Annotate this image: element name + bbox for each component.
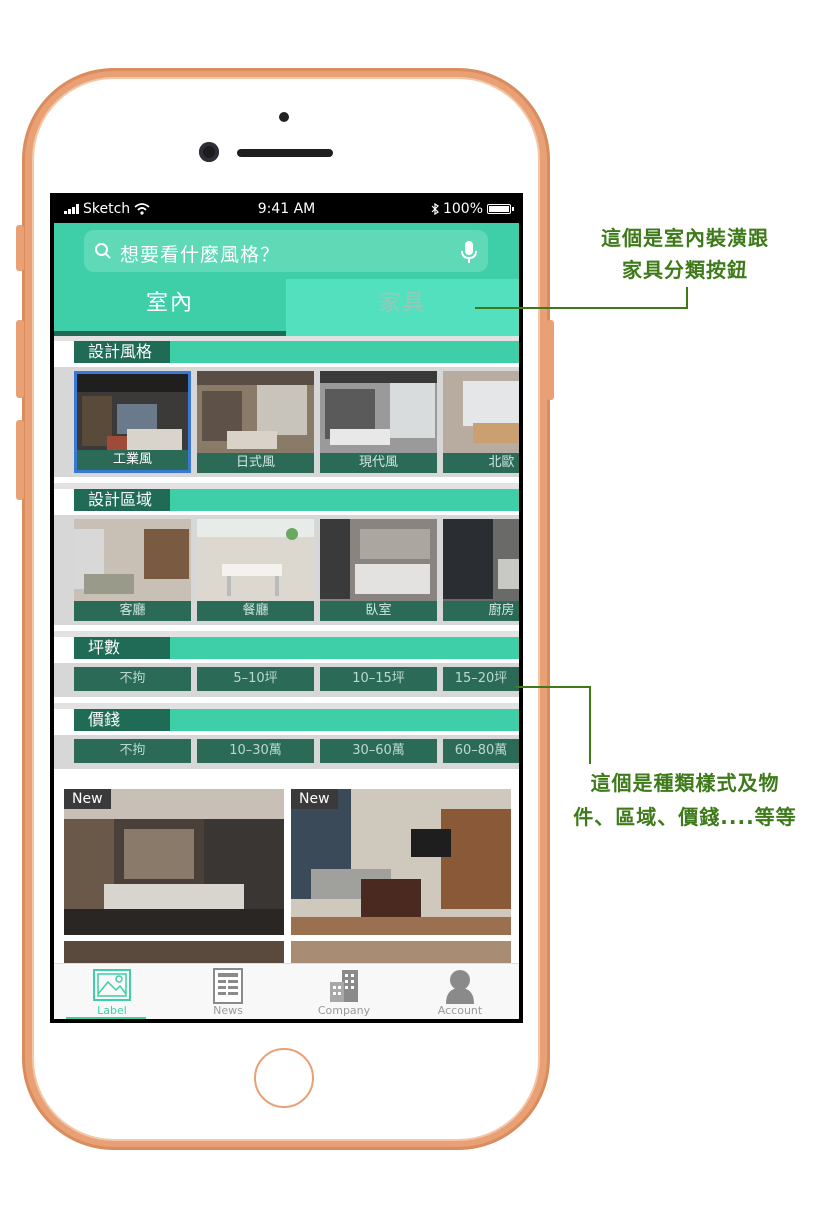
user-icon <box>446 970 474 1004</box>
section-style: 設計風格 工業風 日式風 現代風 北歐 <box>54 341 519 483</box>
tab-news[interactable]: News <box>170 966 286 1018</box>
thumb-label: 客廳 <box>74 601 191 621</box>
annotation-bottom: 這個是種類樣式及物 件、區域、價錢....等等 <box>560 766 810 834</box>
section-price: 價錢 不拘 10–30萬 30–60萬 60–80萬 <box>54 709 519 775</box>
thumb-label: 北歐 <box>443 453 519 473</box>
price-option-30-60[interactable]: 30–60萬 <box>320 739 437 763</box>
annotation-top-connector <box>475 307 688 309</box>
listing-image <box>64 789 284 935</box>
area-thumb-kitchen[interactable]: 廚房 <box>443 519 519 621</box>
section-title: 設計風格 <box>74 341 170 363</box>
section-title: 價錢 <box>74 709 170 731</box>
active-tab-indicator <box>66 1017 146 1019</box>
tab-bar: Label News Company Account <box>54 963 519 1019</box>
listing-card[interactable]: New <box>291 789 511 935</box>
tab-label-text: Label <box>97 1004 127 1017</box>
thumb-label: 臥室 <box>320 601 437 621</box>
style-thumb-japanese[interactable]: 日式風 <box>197 371 314 473</box>
home-button[interactable] <box>254 1048 314 1108</box>
section-size: 坪數 不拘 5–10坪 10–15坪 15–20坪 <box>54 637 519 703</box>
tab-news-text: News <box>213 1004 243 1017</box>
tab-company-text: Company <box>317 1004 371 1017</box>
listing-card-partial[interactable] <box>291 941 511 963</box>
thumb-label: 工業風 <box>77 450 188 470</box>
price-options: 不拘 10–30萬 30–60萬 60–80萬 <box>54 735 519 769</box>
tab-account[interactable]: Account <box>402 966 518 1018</box>
area-thumb-bedroom[interactable]: 臥室 <box>320 519 437 621</box>
style-thumb-nordic[interactable]: 北歐 <box>443 371 519 473</box>
mute-switch <box>16 420 24 500</box>
area-thumb-living-room[interactable]: 客廳 <box>74 519 191 621</box>
tab-label[interactable]: Label <box>54 966 170 1019</box>
size-option-5-10[interactable]: 5–10坪 <box>197 667 314 691</box>
section-title: 坪數 <box>74 637 170 659</box>
status-bar: Sketch 9:41 AM 100% <box>54 193 519 223</box>
thumb-label: 餐廳 <box>197 601 314 621</box>
annotation-top-line2: 家具分類按鈕 <box>622 258 748 282</box>
style-thumbnails: 工業風 日式風 現代風 北歐 <box>54 367 519 477</box>
size-option-15-20[interactable]: 15–20坪 <box>443 667 519 691</box>
section-area: 設計區域 客廳 餐廳 臥室 廚房 <box>54 489 519 631</box>
bluetooth-icon <box>431 203 439 215</box>
thumb-label: 廚房 <box>443 601 519 621</box>
section-title: 設計區域 <box>74 489 170 511</box>
listing-image <box>291 789 511 935</box>
style-thumb-industrial[interactable]: 工業風 <box>74 371 191 473</box>
app-header: 想要看什麼風格？ 室內 家具 <box>54 223 519 336</box>
listing-card-partial[interactable] <box>64 941 284 963</box>
app-screen: Sketch 9:41 AM 100% 想要看什麼風格？ 室內 家具 設計風格 <box>54 193 519 1019</box>
thumb-label: 日式風 <box>197 453 314 473</box>
size-option-10-15[interactable]: 10–15坪 <box>320 667 437 691</box>
area-thumb-dining-room[interactable]: 餐廳 <box>197 519 314 621</box>
annotation-bottom-line2: 件、區域、價錢....等等 <box>573 805 797 829</box>
newspaper-icon <box>213 968 243 1004</box>
battery-icon <box>487 204 514 214</box>
status-right: 100% <box>431 201 514 217</box>
style-thumb-modern[interactable]: 現代風 <box>320 371 437 473</box>
volume-up-button <box>16 225 24 271</box>
price-option-10-30[interactable]: 10–30萬 <box>197 739 314 763</box>
building-icon <box>330 970 358 1002</box>
tab-indoor[interactable]: 室內 <box>54 279 286 336</box>
annotation-bottom-connector <box>515 686 591 688</box>
listing-card[interactable]: New <box>64 789 284 935</box>
annotation-top: 這個是室內裝潢跟 家具分類按鈕 <box>575 222 795 286</box>
annotation-top-line1: 這個是室內裝潢跟 <box>601 226 769 250</box>
thumb-label: 現代風 <box>320 453 437 473</box>
size-option-any[interactable]: 不拘 <box>74 667 191 691</box>
tab-account-text: Account <box>437 1004 483 1017</box>
search-icon <box>95 243 111 259</box>
microphone-icon[interactable] <box>460 240 478 264</box>
proximity-sensor <box>279 112 289 122</box>
power-button <box>546 320 554 400</box>
price-option-any[interactable]: 不拘 <box>74 739 191 763</box>
price-option-60-80[interactable]: 60–80萬 <box>443 739 519 763</box>
earpiece-speaker <box>237 149 333 157</box>
tab-company[interactable]: Company <box>286 966 402 1018</box>
annotation-bottom-connector <box>589 686 591 764</box>
battery-percent: 100% <box>442 201 483 217</box>
search-placeholder: 想要看什麼風格？ <box>120 244 281 266</box>
new-badge: New <box>64 789 111 809</box>
search-input[interactable]: 想要看什麼風格？ <box>84 230 488 272</box>
phone-screen: Sketch 9:41 AM 100% 想要看什麼風格？ 室內 家具 設計風格 <box>50 193 523 1023</box>
picture-icon <box>93 969 131 1001</box>
size-options: 不拘 5–10坪 10–15坪 15–20坪 <box>54 663 519 697</box>
volume-down-button <box>16 320 24 398</box>
annotation-bottom-line1: 這個是種類樣式及物 <box>590 771 780 795</box>
new-listings: New New <box>54 773 519 963</box>
area-thumbnails: 客廳 餐廳 臥室 廚房 <box>54 515 519 625</box>
annotation-top-connector <box>686 287 688 309</box>
front-camera <box>199 142 219 162</box>
new-badge: New <box>291 789 338 809</box>
